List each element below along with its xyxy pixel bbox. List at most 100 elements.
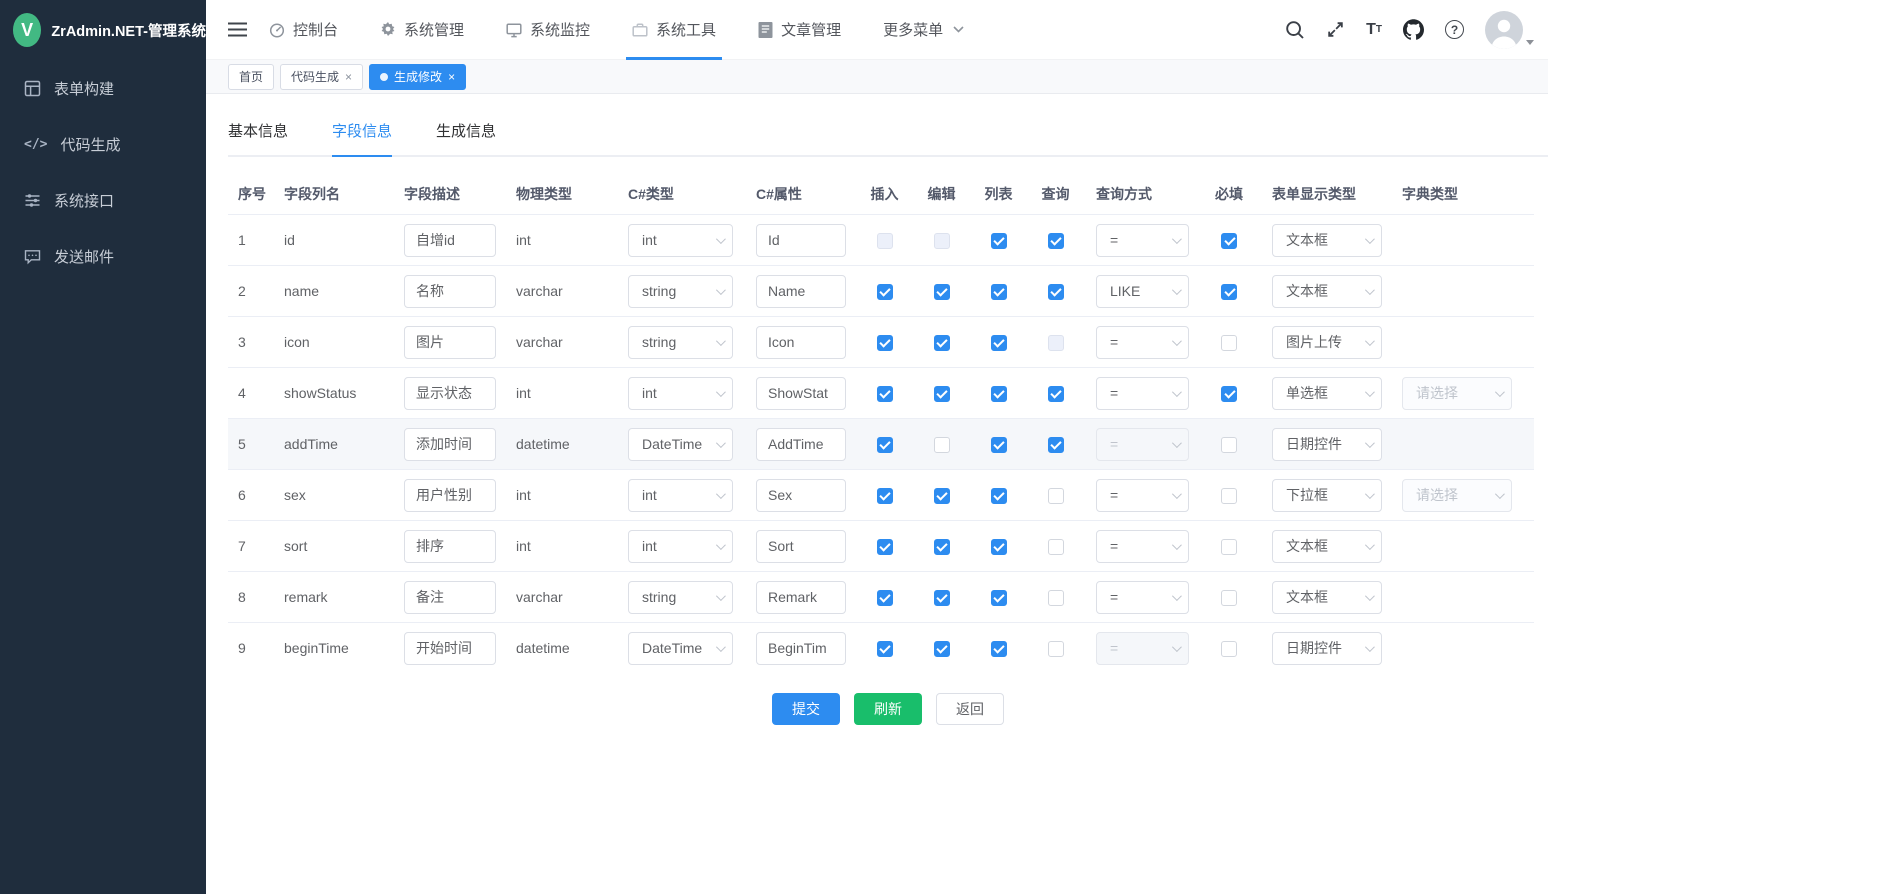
edit-checkbox[interactable] — [934, 488, 950, 504]
sidebar-item-send-mail[interactable]: 发送邮件 — [0, 228, 206, 284]
query-mode-select[interactable]: = — [1096, 377, 1189, 410]
edit-checkbox[interactable] — [934, 386, 950, 402]
nav-item-article-manage[interactable]: 文章管理 — [758, 0, 841, 60]
refresh-button[interactable]: 刷新 — [854, 693, 922, 725]
query-checkbox[interactable] — [1048, 641, 1064, 657]
dict-type-select[interactable]: 请选择 — [1402, 377, 1512, 410]
csharp-type-select[interactable]: string — [628, 326, 733, 359]
required-checkbox[interactable] — [1221, 386, 1237, 402]
list-checkbox[interactable] — [991, 488, 1007, 504]
required-checkbox[interactable] — [1221, 233, 1237, 249]
display-type-select[interactable]: 文本框 — [1272, 530, 1382, 563]
csharp-prop-input[interactable] — [756, 632, 846, 665]
nav-item-system-monitor[interactable]: 系统监控 — [506, 0, 590, 60]
fullscreen-icon[interactable] — [1326, 20, 1345, 39]
csharp-prop-input[interactable] — [756, 224, 846, 257]
desc-input[interactable] — [404, 224, 496, 257]
query-checkbox[interactable] — [1048, 437, 1064, 453]
table-scroll-area[interactable]: 1 id int int = 文本框 2 na — [228, 215, 1548, 665]
csharp-type-select[interactable]: int — [628, 479, 733, 512]
required-checkbox[interactable] — [1221, 539, 1237, 555]
edit-checkbox[interactable] — [934, 335, 950, 351]
edit-checkbox[interactable] — [934, 233, 950, 249]
edit-checkbox[interactable] — [934, 437, 950, 453]
edit-checkbox[interactable] — [934, 590, 950, 606]
display-type-select[interactable]: 下拉框 — [1272, 479, 1382, 512]
tag-tab-code-gen[interactable]: 代码生成 × — [280, 64, 363, 90]
csharp-prop-input[interactable] — [756, 479, 846, 512]
csharp-type-select[interactable]: int — [628, 530, 733, 563]
insert-checkbox[interactable] — [877, 590, 893, 606]
query-checkbox[interactable] — [1048, 233, 1064, 249]
sidebar-item-form-builder[interactable]: 表单构建 — [0, 60, 206, 116]
csharp-prop-input[interactable] — [756, 428, 846, 461]
nav-item-system-tools[interactable]: 系统工具 — [632, 0, 716, 60]
sidebar-item-api[interactable]: 系统接口 — [0, 172, 206, 228]
display-type-select[interactable]: 日期控件 — [1272, 428, 1382, 461]
tab-field-info[interactable]: 字段信息 — [332, 120, 392, 157]
csharp-prop-input[interactable] — [756, 377, 846, 410]
edit-checkbox[interactable] — [934, 284, 950, 300]
desc-input[interactable] — [404, 479, 496, 512]
insert-checkbox[interactable] — [877, 386, 893, 402]
csharp-prop-input[interactable] — [756, 326, 846, 359]
list-checkbox[interactable] — [991, 233, 1007, 249]
required-checkbox[interactable] — [1221, 590, 1237, 606]
list-checkbox[interactable] — [991, 539, 1007, 555]
tag-tab-home[interactable]: 首页 — [228, 64, 274, 90]
query-checkbox[interactable] — [1048, 590, 1064, 606]
dict-type-select[interactable]: 请选择 — [1402, 479, 1512, 512]
font-size-icon[interactable]: TT — [1366, 22, 1382, 38]
required-checkbox[interactable] — [1221, 641, 1237, 657]
close-icon[interactable]: × — [345, 71, 352, 83]
csharp-type-select[interactable]: DateTime — [628, 428, 733, 461]
query-mode-select[interactable]: = — [1096, 530, 1189, 563]
list-checkbox[interactable] — [991, 437, 1007, 453]
query-checkbox[interactable] — [1048, 386, 1064, 402]
help-icon[interactable]: ? — [1445, 20, 1464, 39]
desc-input[interactable] — [404, 428, 496, 461]
edit-checkbox[interactable] — [934, 641, 950, 657]
list-checkbox[interactable] — [991, 590, 1007, 606]
insert-checkbox[interactable] — [877, 233, 893, 249]
display-type-select[interactable]: 图片上传 — [1272, 326, 1382, 359]
search-icon[interactable] — [1285, 20, 1305, 40]
nav-item-dashboard[interactable]: 控制台 — [269, 0, 338, 60]
tab-gen-info[interactable]: 生成信息 — [436, 120, 496, 157]
query-mode-select[interactable]: = — [1096, 224, 1189, 257]
desc-input[interactable] — [404, 632, 496, 665]
desc-input[interactable] — [404, 326, 496, 359]
required-checkbox[interactable] — [1221, 437, 1237, 453]
collapse-sidebar-icon[interactable] — [228, 22, 247, 37]
query-mode-select[interactable]: LIKE — [1096, 275, 1189, 308]
csharp-type-select[interactable]: string — [628, 275, 733, 308]
insert-checkbox[interactable] — [877, 539, 893, 555]
desc-input[interactable] — [404, 275, 496, 308]
back-button[interactable]: 返回 — [936, 693, 1004, 725]
required-checkbox[interactable] — [1221, 335, 1237, 351]
query-checkbox[interactable] — [1048, 284, 1064, 300]
csharp-type-select[interactable]: DateTime — [628, 632, 733, 665]
query-mode-select[interactable]: = — [1096, 428, 1189, 461]
list-checkbox[interactable] — [991, 641, 1007, 657]
nav-item-system-manage[interactable]: 系统管理 — [380, 0, 464, 60]
display-type-select[interactable]: 文本框 — [1272, 275, 1382, 308]
nav-item-more-menu[interactable]: 更多菜单 — [883, 0, 964, 60]
query-mode-select[interactable]: = — [1096, 479, 1189, 512]
insert-checkbox[interactable] — [877, 641, 893, 657]
csharp-type-select[interactable]: int — [628, 377, 733, 410]
query-checkbox[interactable] — [1048, 335, 1064, 351]
edit-checkbox[interactable] — [934, 539, 950, 555]
desc-input[interactable] — [404, 581, 496, 614]
query-mode-select[interactable]: = — [1096, 326, 1189, 359]
list-checkbox[interactable] — [991, 284, 1007, 300]
close-icon[interactable]: × — [448, 71, 455, 83]
submit-button[interactable]: 提交 — [772, 693, 840, 725]
display-type-select[interactable]: 文本框 — [1272, 581, 1382, 614]
desc-input[interactable] — [404, 377, 496, 410]
query-checkbox[interactable] — [1048, 539, 1064, 555]
query-checkbox[interactable] — [1048, 488, 1064, 504]
csharp-prop-input[interactable] — [756, 581, 846, 614]
logo[interactable]: V ZrAdmin.NET-管理系统 — [0, 0, 206, 60]
github-icon[interactable] — [1403, 19, 1424, 40]
